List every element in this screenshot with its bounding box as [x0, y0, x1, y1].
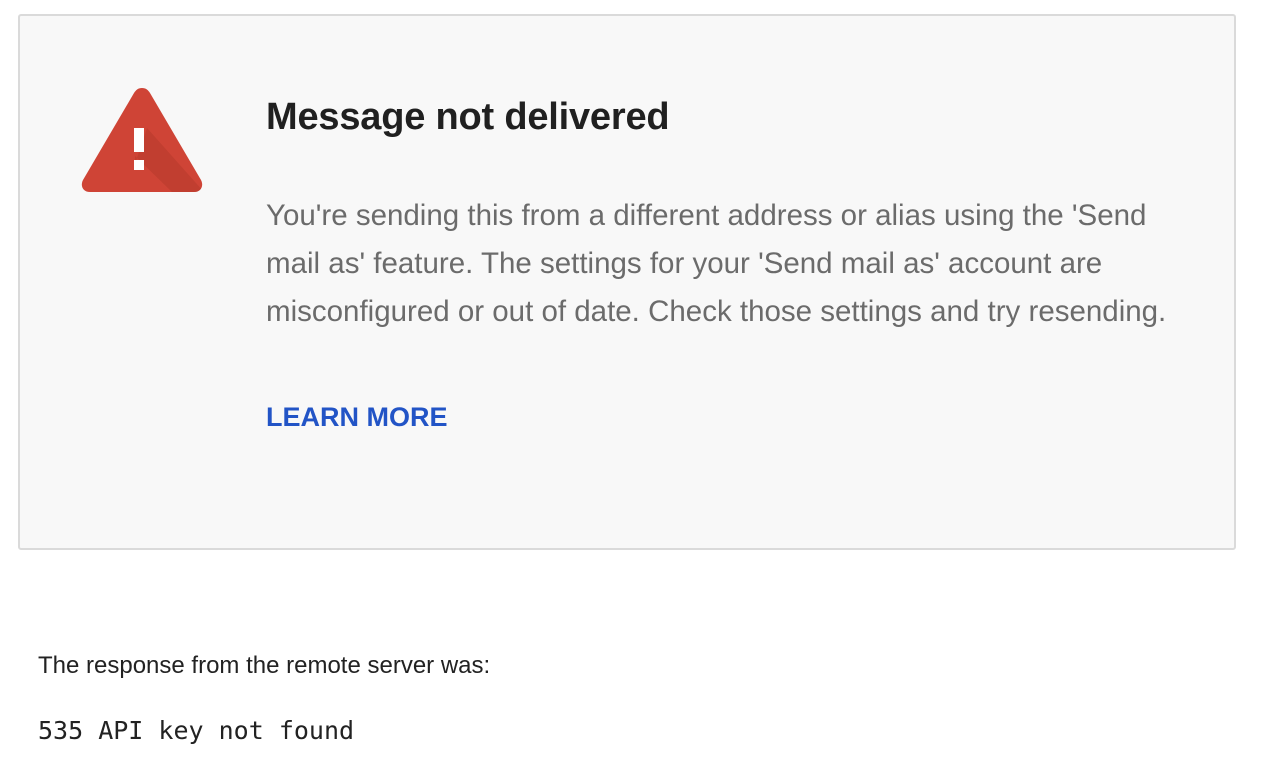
notice-body: You're sending this from a different add… — [266, 199, 1167, 328]
warning-triangle-icon — [81, 88, 203, 192]
server-response-label: The response from the remote server was: — [38, 652, 491, 679]
notice-title: Message not delivered — [266, 96, 670, 138]
card-content: Message not delivered You're sending thi… — [266, 94, 1186, 434]
learn-more-link[interactable]: LEARN MORE — [266, 400, 448, 434]
server-response-code: 535 API key not found — [38, 716, 355, 745]
delivery-failure-card: Message not delivered You're sending thi… — [18, 14, 1236, 550]
